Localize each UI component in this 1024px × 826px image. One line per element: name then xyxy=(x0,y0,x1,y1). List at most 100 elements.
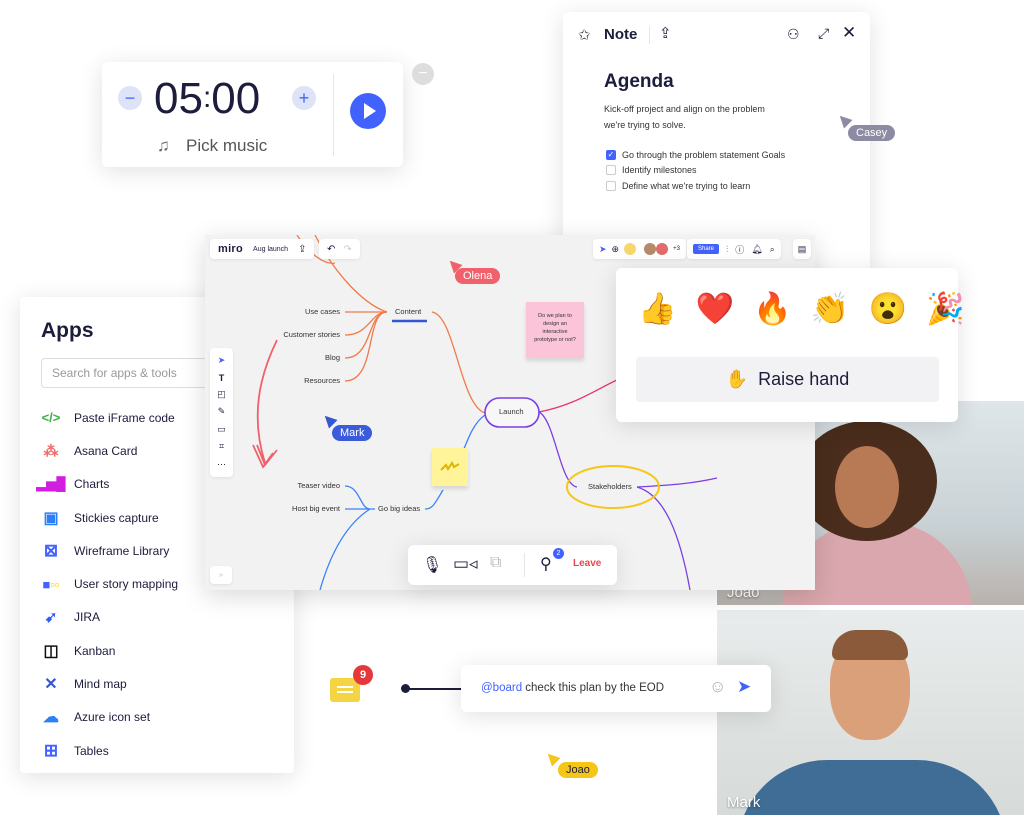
search-icon[interactable]: ⌕ xyxy=(770,244,775,255)
notes-button[interactable]: ▤ xyxy=(793,239,811,259)
node-launch[interactable]: Launch xyxy=(499,407,524,416)
participants-icon[interactable]: ⚲ xyxy=(540,554,552,574)
fire-reaction[interactable]: 🔥 xyxy=(753,290,792,327)
person-face xyxy=(835,446,899,528)
chat-input[interactable]: @board check this plan by the EOD ☺ ➤ xyxy=(461,665,771,712)
app-item-mind-map[interactable]: ✕ Mind map xyxy=(40,667,178,700)
expand-icon[interactable]: ⤢ xyxy=(818,25,829,42)
app-item-azure[interactable]: ☁ Azure icon set xyxy=(40,701,178,734)
board-toolbar-left: miro Aug launch ⇪ xyxy=(210,239,315,259)
node-content[interactable]: Content xyxy=(395,307,421,316)
app-item-tables[interactable]: ⊞ Tables xyxy=(40,734,178,767)
call-controls: 🎙︎ ▭◃ ⧉ ⚲ 2 Leave xyxy=(408,545,617,585)
apps-search-input[interactable]: Search for apps & tools xyxy=(41,358,221,388)
node-teaser-video[interactable]: Teaser video xyxy=(297,481,340,490)
participants-badge: 2 xyxy=(553,548,564,559)
pick-music-button[interactable]: Pick music xyxy=(186,136,267,156)
close-icon[interactable]: ✕ xyxy=(842,23,856,43)
sticky-tool-icon[interactable]: ◰ xyxy=(217,389,226,400)
divider xyxy=(649,26,650,44)
node-blog[interactable]: Blog xyxy=(325,353,340,362)
app-item-jira[interactable]: ➹ JIRA xyxy=(40,601,178,634)
decrease-time-button[interactable]: − xyxy=(118,86,142,110)
app-item-paste-iframe[interactable]: </> Paste iFrame code xyxy=(40,401,178,434)
emoji-icon[interactable]: ☺ xyxy=(709,677,726,697)
checkbox-checked[interactable]: ✓ xyxy=(606,149,616,160)
timer-seconds: 00 xyxy=(211,74,261,123)
frame-tool-icon[interactable]: ⌗ xyxy=(219,441,224,452)
text-tool-icon[interactable]: T xyxy=(219,373,225,383)
comment-tool-icon[interactable]: ▭ xyxy=(217,424,226,435)
microphone-icon[interactable]: 🎙︎ xyxy=(422,555,442,575)
send-icon[interactable]: ➤ xyxy=(737,677,751,697)
avatar[interactable] xyxy=(644,243,657,255)
sticky-note-yellow[interactable] xyxy=(432,448,468,486)
redo-icon[interactable]: ↷ xyxy=(343,244,351,255)
camera-icon[interactable]: ▭◃ xyxy=(453,554,478,574)
sticky-note-pink[interactable]: Do we plan to design an interactive prot… xyxy=(526,302,584,358)
node-customer-stories[interactable]: Customer stories xyxy=(283,330,340,339)
increase-time-button[interactable]: + xyxy=(292,86,316,110)
checklist-item: ✓ Go through the problem statement Goals xyxy=(606,147,785,163)
settings-sliders-icon[interactable]: ⫶ xyxy=(726,244,728,255)
connector xyxy=(538,411,578,488)
share-button[interactable]: Share xyxy=(693,244,720,254)
screen-share-icon[interactable]: ⧉ xyxy=(490,554,501,572)
add-user-icon[interactable]: ⊕ xyxy=(612,244,620,255)
checkbox[interactable] xyxy=(606,165,616,176)
thumbs-up-reaction[interactable]: 👍 xyxy=(638,290,677,327)
scribble-icon xyxy=(440,461,460,471)
leave-button[interactable]: Leave xyxy=(573,558,601,569)
surprised-reaction[interactable]: 😮 xyxy=(868,290,907,327)
bell-icon[interactable]: 🔔︎ xyxy=(751,244,762,255)
app-item-user-story-mapping[interactable]: ■ ▫▫ User story mapping xyxy=(40,567,178,600)
node-resources[interactable]: Resources xyxy=(304,376,340,385)
timer-minutes: 05 xyxy=(154,74,203,123)
apps-title: Apps xyxy=(41,319,94,342)
node-host-big-event[interactable]: Host big event xyxy=(292,504,340,513)
reactions-panel: 👍 ❤️ 🔥 👏 😮 🎉 ✋ Raise hand xyxy=(616,268,965,422)
node-stakeholders[interactable]: Stakeholders xyxy=(588,482,632,491)
play-button[interactable] xyxy=(350,93,386,129)
cursor-icon[interactable]: ➤ xyxy=(599,244,607,255)
app-item-asana[interactable]: ⁂ Asana Card xyxy=(40,434,178,467)
export-icon[interactable]: ⇪ xyxy=(298,244,306,255)
cursor-label-mark: Mark xyxy=(332,425,373,441)
cursor-label-casey: Casey xyxy=(848,125,896,141)
pen-tool-icon[interactable]: ✎ xyxy=(218,406,226,417)
more-tools-icon[interactable]: ⋯ xyxy=(217,459,226,470)
avatar[interactable] xyxy=(624,243,637,255)
app-item-kanban[interactable]: ◫ Kanban xyxy=(40,634,178,667)
app-label: Tables xyxy=(74,743,109,758)
jira-icon: ➹ xyxy=(44,609,58,627)
checkbox[interactable] xyxy=(606,180,616,191)
select-tool-icon[interactable]: ➤ xyxy=(218,355,226,366)
note-checklist: ✓ Go through the problem statement Goals … xyxy=(606,147,785,194)
undo-icon[interactable]: ↶ xyxy=(327,244,335,255)
party-reaction[interactable]: 🎉 xyxy=(926,290,965,327)
close-timer-button[interactable]: − xyxy=(412,63,434,85)
cursor-joao-icon xyxy=(543,749,561,767)
document-icon: ▤ xyxy=(797,243,807,254)
video-tile-mark[interactable]: Mark xyxy=(717,610,1024,815)
help-icon[interactable]: ⓘ xyxy=(735,243,744,256)
app-label: Mind map xyxy=(74,677,127,692)
pin-icon[interactable]: ✩ xyxy=(578,26,591,44)
app-item-charts[interactable]: ▂▅█ Charts xyxy=(36,468,178,501)
node-use-cases[interactable]: Use cases xyxy=(305,307,340,316)
board-name[interactable]: Aug launch xyxy=(253,246,288,253)
raise-hand-button[interactable]: ✋ Raise hand xyxy=(636,357,939,402)
hand-icon: ✋ xyxy=(725,369,749,389)
heart-reaction[interactable]: ❤️ xyxy=(696,290,735,327)
app-item-stickies-capture[interactable]: ▣ Stickies capture xyxy=(40,501,178,534)
collaborator-count: +3 xyxy=(673,246,680,252)
avatar[interactable] xyxy=(656,243,669,255)
app-label: Azure icon set xyxy=(74,710,151,725)
app-item-wireframe[interactable]: ⊠ Wireframe Library xyxy=(40,534,178,567)
clap-reaction[interactable]: 👏 xyxy=(811,290,850,327)
collapse-button[interactable]: » xyxy=(210,566,232,584)
node-go-big-ideas[interactable]: Go big ideas xyxy=(378,504,420,513)
export-icon[interactable]: ⇪ xyxy=(659,24,672,42)
collaborator-edit-icon[interactable]: ⚇ xyxy=(787,26,800,43)
creation-toolbar: ➤ T ◰ ✎ ▭ ⌗ ⋯ xyxy=(210,348,233,477)
